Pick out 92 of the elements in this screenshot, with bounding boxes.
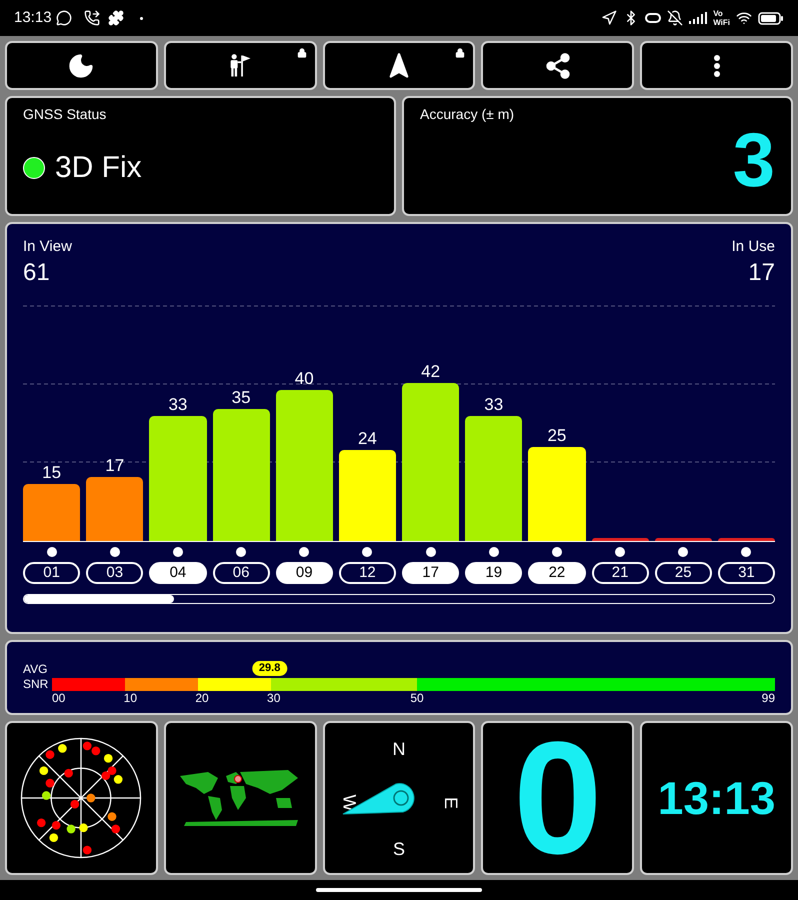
scale-tick-label: 99: [762, 691, 775, 706]
in-use-label: In Use: [732, 237, 775, 257]
satellite-id-tag[interactable]: 12: [338, 562, 396, 584]
gnss-status-value: 3D Fix: [55, 150, 142, 186]
satellite-id-tag[interactable]: 01: [23, 562, 80, 584]
moon-icon: [67, 52, 96, 80]
satellite-point: [40, 766, 49, 776]
satellite-point: [37, 818, 46, 828]
satellite-point: [104, 754, 113, 763]
avg-label: AVG: [23, 662, 48, 677]
status-time: 13:13: [14, 8, 52, 28]
in-use-count: 17: [748, 258, 775, 286]
satellite-id-tag[interactable]: 06: [212, 562, 270, 584]
toolbar-button[interactable]: [481, 41, 634, 90]
satellite-point: [112, 824, 120, 834]
satellite-point: [102, 771, 111, 780]
satellite-point: [58, 744, 68, 753]
satellite-point: [52, 820, 61, 830]
clock-time: 13:13: [658, 770, 776, 826]
satellite-id-tag[interactable]: 03: [86, 562, 144, 584]
satellite-point: [108, 812, 117, 821]
clock-tile[interactable]: 13:13: [640, 721, 793, 875]
horizontal-scrollbar[interactable]: [23, 594, 775, 604]
bar-value-label: 25: [547, 424, 566, 446]
satellite-point: [108, 766, 117, 776]
satellite-point: [50, 833, 58, 842]
bar-value-label: 40: [294, 368, 314, 390]
compass-north-label: N: [392, 738, 406, 761]
compass-south-label: S: [392, 838, 405, 861]
scale-tick-label: 00: [52, 691, 66, 705]
pill-icon: [645, 13, 662, 23]
bar-value-label: 42: [421, 360, 440, 383]
vowifi-label: Vo WiFi: [713, 9, 730, 27]
phone-icon: [84, 10, 100, 26]
satellite-point: [64, 768, 74, 778]
satellite-point: [46, 778, 55, 788]
scale-tick-label: 50: [410, 691, 424, 705]
lock-icon: [455, 48, 466, 58]
bar-value-label: 15: [42, 462, 62, 484]
puzzle-icon: [108, 10, 124, 26]
snr-average-marker: 29.8: [252, 661, 288, 676]
satellite-id-tag[interactable]: 31: [718, 562, 775, 584]
scale-tick-label: 20: [195, 691, 209, 705]
toolbar-button[interactable]: [5, 41, 158, 90]
satellite-point: [42, 791, 51, 800]
bar-value-label: 24: [358, 428, 377, 450]
satellite-point: [114, 775, 123, 784]
satellite-point: [70, 800, 80, 809]
scale-tick-label: 10: [124, 691, 138, 705]
share-icon: [544, 52, 572, 80]
speed-value: 0: [513, 723, 602, 873]
lock-icon: [296, 48, 307, 58]
satellite-id-tag[interactable]: 04: [149, 562, 206, 584]
signal-icon: [689, 12, 708, 24]
satellite-id-tag[interactable]: 17: [402, 562, 460, 584]
wifi-icon: [736, 10, 752, 26]
compass-east-label: E: [440, 797, 462, 809]
scale-tick-label: 30: [267, 691, 280, 705]
speed-tile[interactable]: 0: [481, 721, 634, 875]
chat-icon: [56, 10, 72, 26]
bell-off-icon: [667, 10, 684, 26]
snr-label: SNR: [23, 677, 50, 692]
accuracy-value: 3: [732, 123, 775, 199]
toolbar-button[interactable]: [164, 41, 317, 90]
menu-icon: [714, 54, 720, 76]
in-view-label: In View: [23, 237, 72, 257]
satellite-id-tag[interactable]: 25: [654, 562, 712, 584]
satellite-point: [46, 750, 55, 759]
satellite-id-tag[interactable]: 19: [465, 562, 522, 584]
map-tile[interactable]: [164, 721, 317, 875]
bar-value-label: 35: [232, 386, 251, 409]
battery-icon: [758, 12, 784, 24]
gnss-status-label: GNSS Status: [23, 105, 108, 124]
satellite-point: [80, 823, 88, 832]
satellite-id-tag[interactable]: 21: [592, 562, 649, 584]
location-icon: [601, 10, 618, 26]
bar-value-label: 33: [484, 394, 504, 416]
toolbar-button[interactable]: [640, 41, 793, 90]
satellite-point: [92, 746, 101, 756]
bar-value-label: 33: [168, 394, 188, 416]
toolbar-button[interactable]: [322, 41, 476, 90]
satellite-point: [83, 742, 92, 750]
satellite-point: [86, 794, 96, 802]
skyplot-tile[interactable]: [5, 721, 158, 875]
scrollbar-thumb[interactable]: [24, 594, 174, 602]
accuracy-label: Accuracy (± m): [420, 105, 514, 124]
satellite-id-tag[interactable]: 09: [276, 562, 333, 584]
in-view-count: 61: [23, 258, 51, 286]
satellite-point: [67, 824, 76, 834]
satellite-point: [83, 846, 92, 854]
satellite-id-tag[interactable]: 22: [528, 562, 586, 584]
bar-value-label: 17: [105, 454, 124, 477]
